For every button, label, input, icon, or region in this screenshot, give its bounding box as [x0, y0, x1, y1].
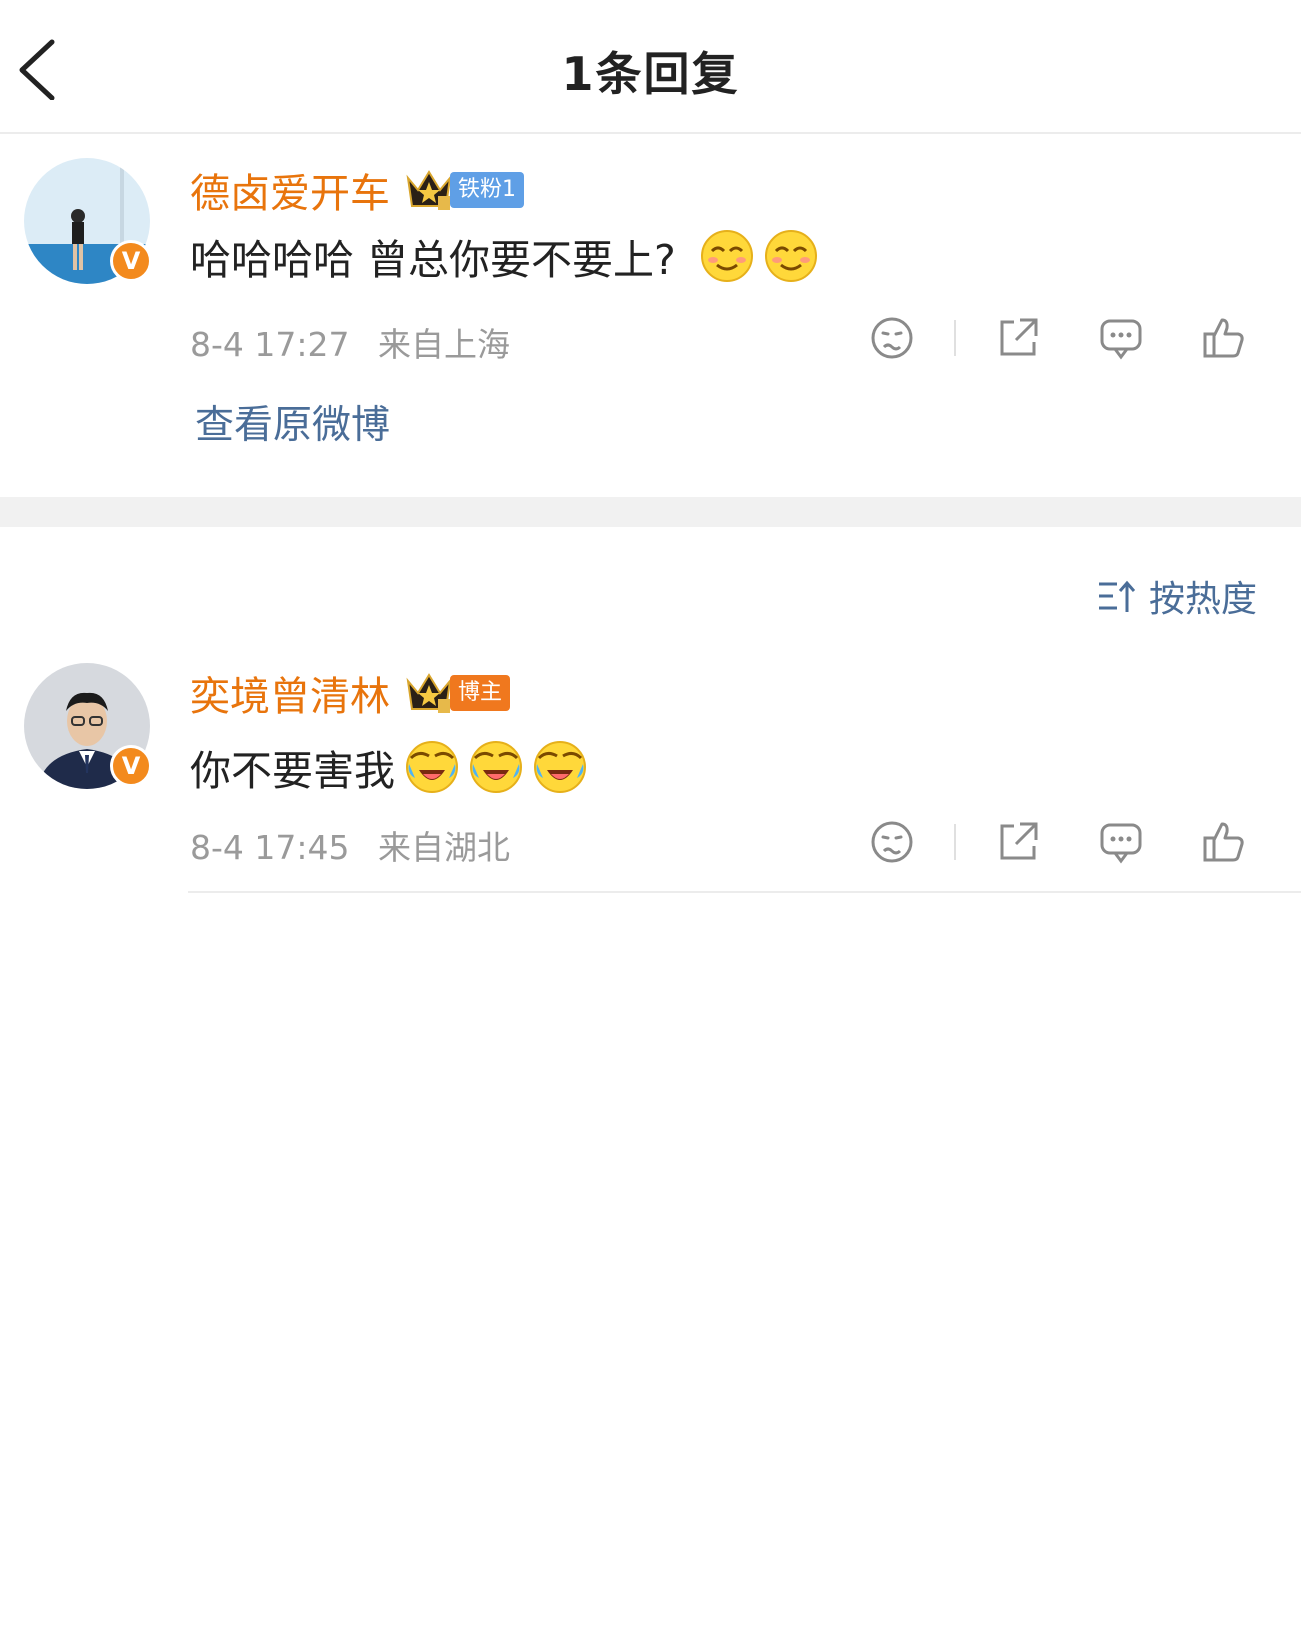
laugh-cry-emoji-icon — [405, 740, 459, 794]
laugh-cry-emoji-icon — [533, 740, 587, 794]
crown-icon — [404, 671, 454, 715]
comment-meta: 8-4 17:27 来自上海 — [190, 318, 528, 366]
fan-badge: 铁粉1 — [450, 172, 524, 208]
verified-badge: V — [110, 240, 152, 282]
comment-meta: 8-4 17:45 来自湖北 — [190, 821, 528, 869]
avatar[interactable]: V — [24, 663, 152, 789]
username[interactable]: 德卤爱开车 — [190, 161, 390, 219]
like-icon[interactable] — [1200, 818, 1248, 866]
name-row: 奕境曾清林 博主 — [190, 664, 511, 722]
crown-icon — [404, 168, 454, 212]
avatar[interactable]: V — [24, 158, 152, 284]
like-icon[interactable] — [1200, 314, 1248, 362]
sort-icon — [1098, 580, 1135, 612]
username[interactable]: 奕境曾清林 — [190, 664, 390, 722]
comment-text: 哈哈哈哈 曾总你要不要上? — [190, 236, 676, 284]
divider — [954, 320, 956, 356]
share-icon[interactable] — [994, 818, 1042, 866]
dislike-icon[interactable] — [868, 314, 916, 362]
divider — [188, 891, 1301, 893]
smile-emoji-icon — [700, 229, 754, 283]
comment-content: 你不要害我 — [190, 737, 587, 797]
divider — [954, 824, 956, 860]
verified-badge: V — [110, 745, 152, 787]
timestamp: 8-4 17:27 — [190, 325, 350, 364]
timestamp: 8-4 17:45 — [190, 828, 350, 867]
comment-icon[interactable] — [1097, 314, 1145, 362]
dislike-icon[interactable] — [868, 818, 916, 866]
comment-text: 你不要害我 — [190, 747, 395, 795]
comment-content: 哈哈哈哈 曾总你要不要上? — [190, 226, 818, 286]
comment-icon[interactable] — [1097, 818, 1145, 866]
name-row: 德卤爱开车 铁粉1 — [190, 161, 524, 219]
location: 来自上海 — [378, 325, 510, 364]
laugh-cry-emoji-icon — [469, 740, 523, 794]
top-bar: 1条回复 — [0, 0, 1301, 134]
action-bar — [868, 314, 1268, 364]
sort-label: 按热度 — [1148, 579, 1257, 620]
smile-emoji-icon — [764, 229, 818, 283]
view-original-link[interactable]: 查看原微博 — [195, 394, 390, 450]
location: 来自湖北 — [378, 828, 510, 867]
sort-button[interactable]: 按热度 — [1097, 570, 1257, 622]
page-title: 1条回复 — [561, 47, 740, 101]
share-icon[interactable] — [994, 314, 1042, 362]
action-bar — [868, 818, 1268, 868]
author-badge: 博主 — [450, 675, 511, 711]
section-divider — [0, 497, 1301, 527]
